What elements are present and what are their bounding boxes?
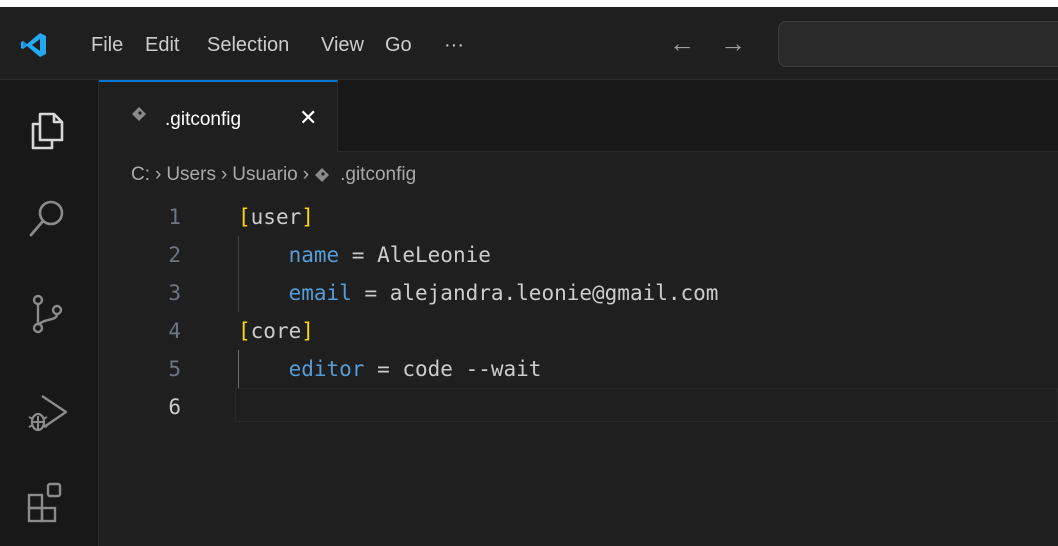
config-value: = alejandra.leonie@gmail.com xyxy=(351,281,719,305)
line-content: email = alejandra.leonie@gmail.com xyxy=(238,274,719,312)
menu-go[interactable]: Go xyxy=(385,33,412,57)
editor-tab-bar: .gitconfig ✕ xyxy=(99,80,1058,152)
code-line: 3 email = alejandra.leonie@gmail.com xyxy=(99,274,1058,312)
config-value: = code --wait xyxy=(364,357,542,381)
bracket-close: ] xyxy=(301,205,314,229)
title-bar: File Edit Selection View Go ··· ← → xyxy=(0,7,1058,80)
bracket-open: [ xyxy=(238,319,251,343)
breadcrumb-item-file[interactable]: .gitconfig xyxy=(340,164,416,186)
extensions-icon[interactable] xyxy=(24,478,72,526)
run-debug-icon[interactable] xyxy=(24,388,72,436)
line-number: 5 xyxy=(168,357,181,381)
line-number: 1 xyxy=(168,205,181,229)
window-top-edge xyxy=(0,0,1058,7)
explorer-icon[interactable] xyxy=(24,106,72,154)
config-value: = AleLeonie xyxy=(339,243,491,267)
gitconfig-file-icon xyxy=(315,168,330,182)
line-content: editor = code --wait xyxy=(238,350,542,388)
line-content: [core] xyxy=(238,312,314,350)
search-icon[interactable] xyxy=(24,194,72,242)
breadcrumb-item-users[interactable]: Users xyxy=(166,164,216,186)
menu-edit[interactable]: Edit xyxy=(145,33,179,57)
config-key: email xyxy=(288,281,352,305)
breadcrumb-item-usuario[interactable]: Usuario xyxy=(232,164,297,186)
menu-file[interactable]: File xyxy=(91,33,123,57)
bracket-open: [ xyxy=(238,205,251,229)
code-line: 2 name = AleLeonie xyxy=(99,236,1058,274)
config-key: editor xyxy=(288,357,365,381)
menu-more[interactable]: ··· xyxy=(444,33,464,57)
line-number: 2 xyxy=(168,243,181,267)
code-line: 6 xyxy=(99,388,1058,426)
forward-arrow-icon[interactable]: → xyxy=(720,29,746,57)
breadcrumb-separator-icon: › xyxy=(155,164,162,185)
line-content: [user] xyxy=(238,198,314,236)
line-number: 4 xyxy=(168,319,181,343)
line-number-active: 6 xyxy=(168,395,181,419)
line-content: name = AleLeonie xyxy=(238,236,491,274)
breadcrumb: C: › Users › Usuario › .gitconfig xyxy=(131,162,416,188)
bracket-close: ] xyxy=(301,319,314,343)
vscode-logo-icon[interactable] xyxy=(20,31,48,59)
activity-bar xyxy=(0,80,99,546)
code-line: 1 [user] xyxy=(99,198,1058,236)
config-key: name xyxy=(288,243,340,267)
line-number: 3 xyxy=(168,281,181,305)
gitconfig-file-icon xyxy=(132,107,146,121)
back-arrow-icon[interactable]: ← xyxy=(669,29,695,57)
tab-label: .gitconfig xyxy=(165,109,242,130)
close-icon[interactable]: ✕ xyxy=(299,104,317,132)
breadcrumb-item-drive[interactable]: C: xyxy=(131,164,150,186)
code-line: 5 editor = code --wait xyxy=(99,350,1058,388)
source-control-icon[interactable] xyxy=(24,290,72,338)
code-editor[interactable]: 1 [user] 2 name = AleLeonie 3 email = al… xyxy=(99,198,1058,546)
breadcrumb-separator-icon: › xyxy=(302,164,310,185)
breadcrumb-separator-icon: › xyxy=(220,164,228,185)
command-center-search[interactable] xyxy=(778,21,1058,67)
code-line: 4 [core] xyxy=(99,312,1058,350)
menu-selection[interactable]: Selection xyxy=(207,33,289,57)
section-name: user xyxy=(250,205,302,229)
tab-gitconfig[interactable]: .gitconfig ✕ xyxy=(99,80,338,152)
section-name: core xyxy=(250,319,302,343)
menu-view[interactable]: View xyxy=(321,33,364,57)
